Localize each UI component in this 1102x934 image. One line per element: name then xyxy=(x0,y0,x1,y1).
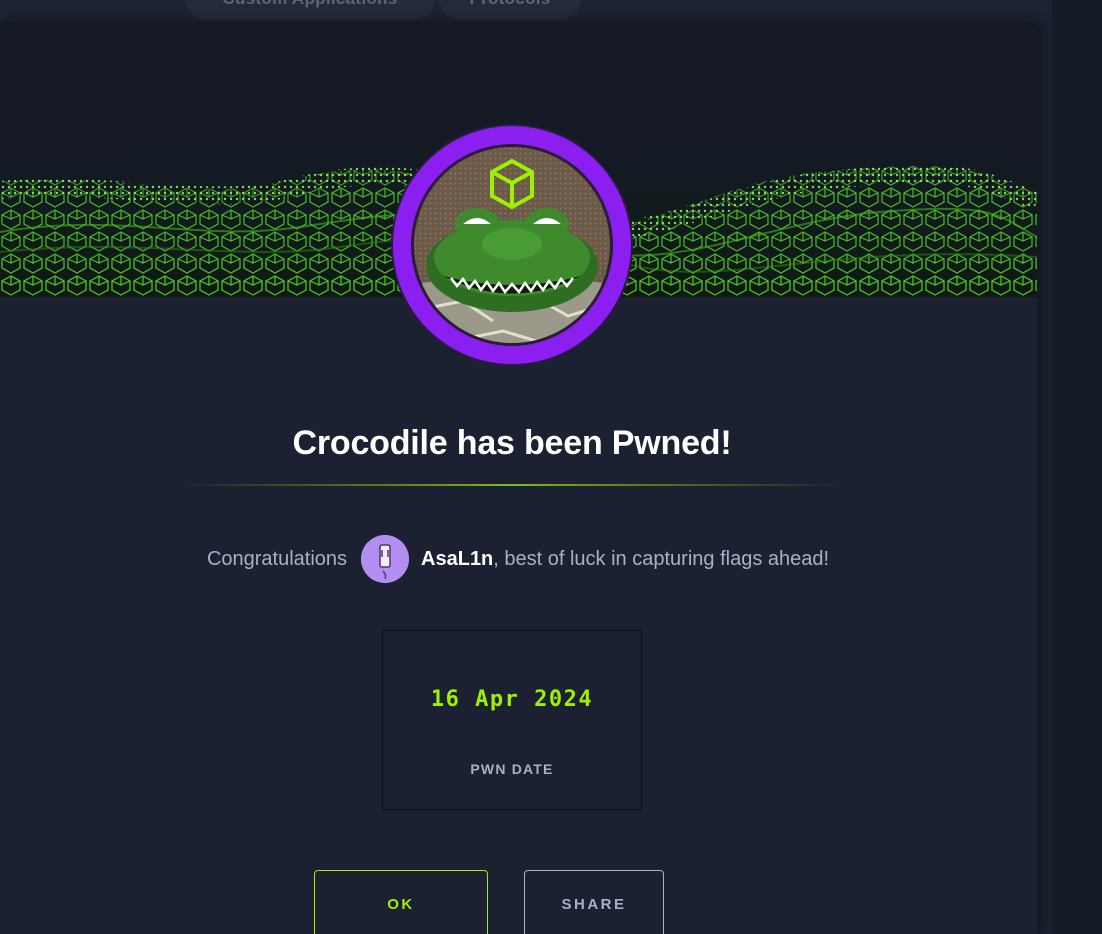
modal-body xyxy=(0,297,1037,934)
modal-title: Crocodile has been Pwned! xyxy=(292,424,732,462)
pwned-modal: Crocodile has been Pwned! Congratulation… xyxy=(0,22,1037,934)
congratulations-line: Congratulations AsaL1n , best of luck in… xyxy=(0,533,1036,585)
pwn-date-label: PWN DATE xyxy=(470,761,554,777)
tab-custom-applications[interactable]: Custom Applications xyxy=(185,0,435,20)
share-button[interactable]: SHARE xyxy=(524,870,664,934)
pwn-date-value: 16 Apr 2024 xyxy=(430,687,594,712)
crocodile-icon xyxy=(411,144,613,346)
congrats-suffix: , best of luck in capturing flags ahead! xyxy=(493,547,830,570)
pwn-date-card: 16 Apr 2024 PWN DATE xyxy=(382,630,642,810)
user-avatar[interactable] xyxy=(361,535,410,583)
page-scrollbar-area xyxy=(1052,0,1102,934)
ok-button[interactable]: OK xyxy=(314,870,488,934)
title-divider xyxy=(182,484,842,486)
congrats-prefix: Congratulations xyxy=(206,547,348,570)
username[interactable]: AsaL1n xyxy=(421,548,493,571)
tab-protocols[interactable]: Protocols xyxy=(439,0,581,20)
machine-avatar xyxy=(393,126,631,364)
